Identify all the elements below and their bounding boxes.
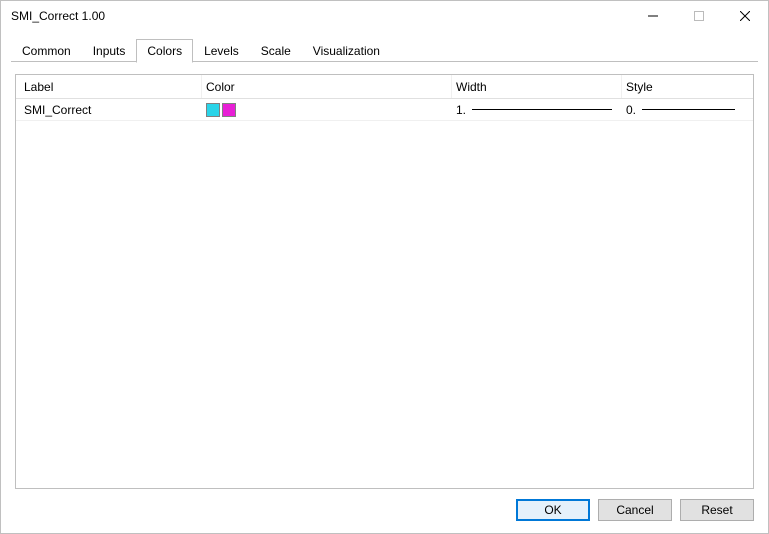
width-value: 1. [456,103,466,117]
content-area: Label Color Width Style SMI_Correct 1. 0… [1,62,768,489]
dialog-footer: OK Cancel Reset [1,489,768,531]
tab-levels[interactable]: Levels [193,39,250,63]
close-button[interactable] [722,1,768,31]
header-color[interactable]: Color [202,75,452,98]
color-swatch-1[interactable] [206,103,220,117]
window-title: SMI_Correct 1.00 [11,9,630,23]
reset-button[interactable]: Reset [680,499,754,521]
tab-inputs[interactable]: Inputs [82,39,137,63]
row-label: SMI_Correct [16,103,202,117]
width-line-sample [472,109,612,110]
titlebar: SMI_Correct 1.00 [1,1,768,31]
color-swatch-2[interactable] [222,103,236,117]
table-header-row: Label Color Width Style [16,75,753,99]
tab-scale[interactable]: Scale [250,39,302,63]
tab-common[interactable]: Common [11,39,82,63]
cancel-button[interactable]: Cancel [598,499,672,521]
style-value: 0. [626,103,636,117]
colors-table: Label Color Width Style SMI_Correct 1. 0… [15,74,754,489]
tab-visualization[interactable]: Visualization [302,39,391,63]
row-style-cell[interactable]: 0. [622,103,753,117]
row-width-cell[interactable]: 1. [452,103,622,117]
table-row[interactable]: SMI_Correct 1. 0. [16,99,753,121]
window-controls [630,1,768,31]
ok-button[interactable]: OK [516,499,590,521]
tab-colors[interactable]: Colors [136,39,193,63]
tab-bar: Common Inputs Colors Levels Scale Visual… [1,31,768,62]
color-swatches [206,103,452,117]
row-color-cell[interactable] [202,103,452,117]
minimize-button[interactable] [630,1,676,31]
header-width[interactable]: Width [452,75,622,98]
header-style[interactable]: Style [622,75,753,98]
header-label[interactable]: Label [16,75,202,98]
maximize-button [676,1,722,31]
style-line-sample [642,109,735,110]
